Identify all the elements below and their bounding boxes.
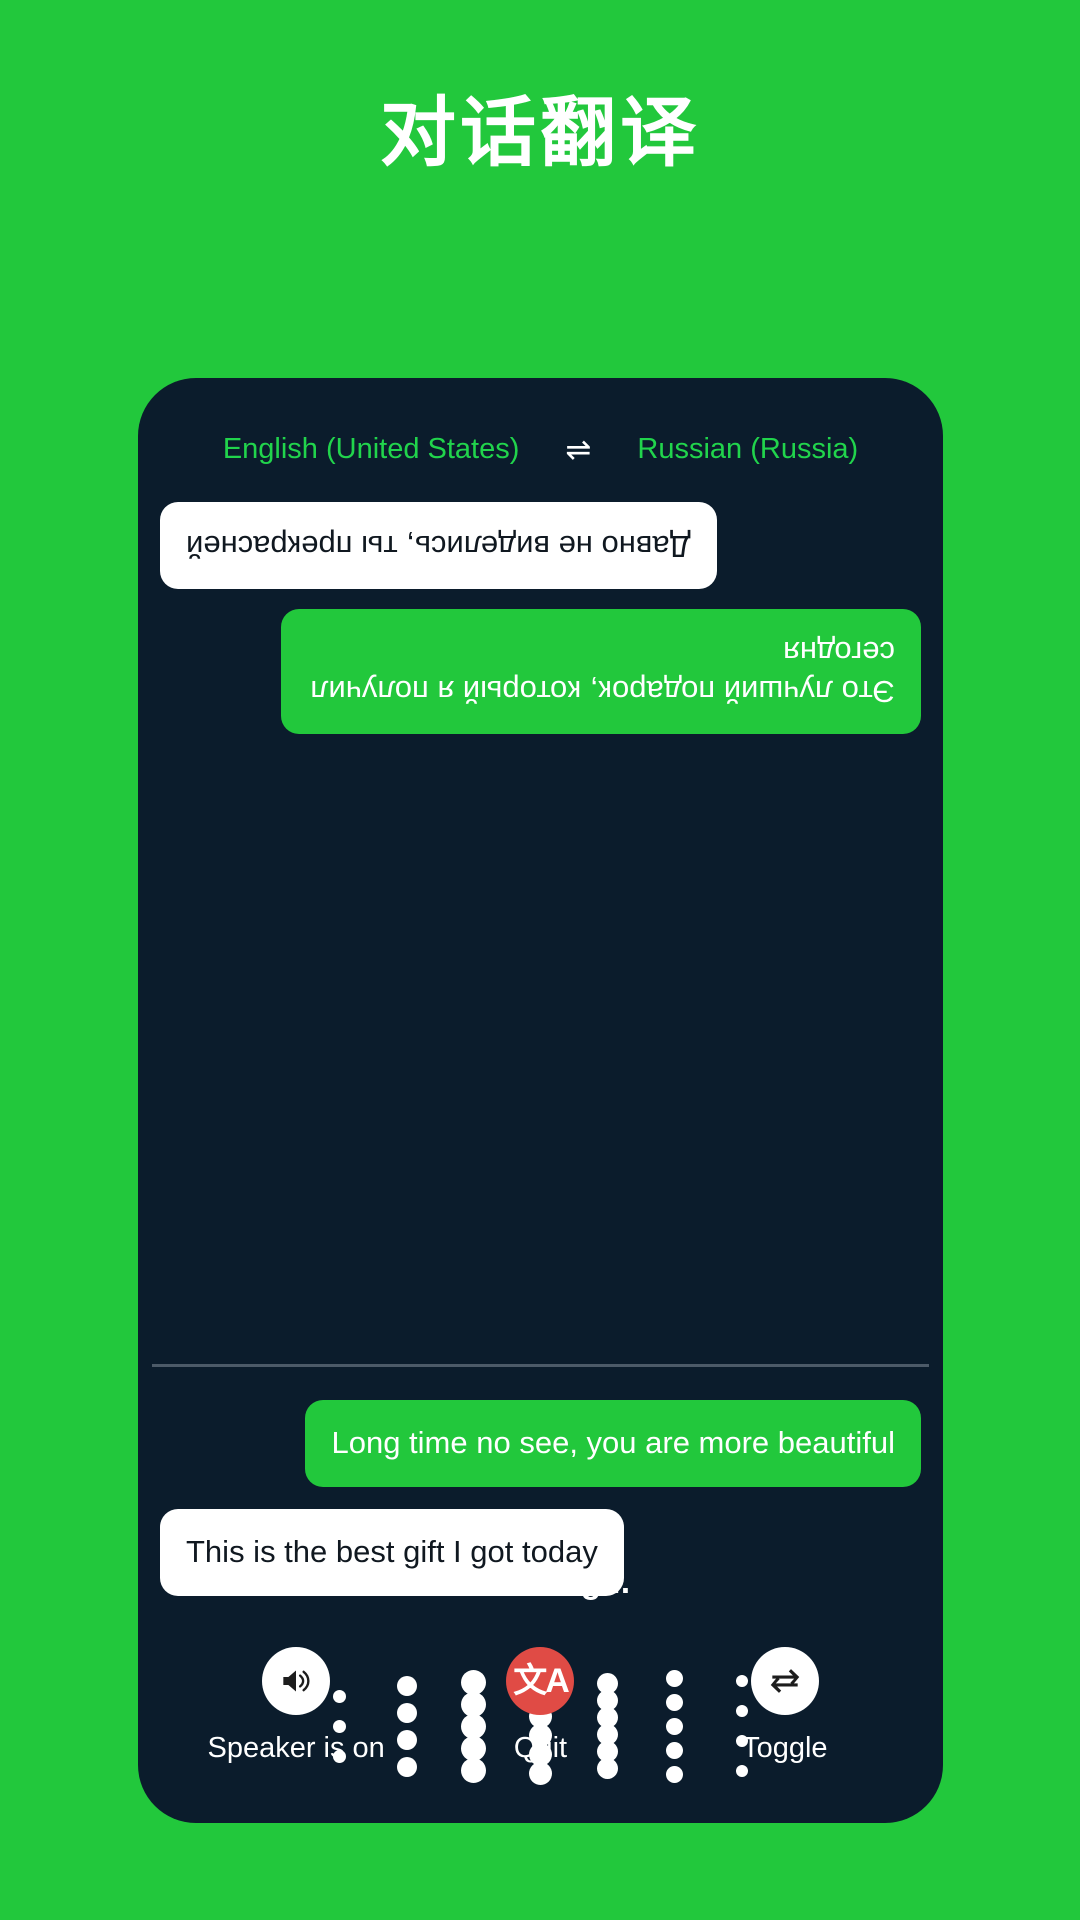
message-bubble-translated-en[interactable]: Long time no see, you are more beautiful [305,1400,921,1487]
quit-button-circle: 文A [506,1647,575,1715]
target-language-selector[interactable]: Russian (Russia) [637,433,858,466]
speaker-button-circle [262,1647,331,1715]
page-title: 对话翻译 [380,91,700,176]
message-row: Давно не виделись, ты прекрасней [160,502,921,589]
conversation-panel-top: Это лучший подарок, который я получил се… [138,488,943,1363]
language-bar: English (United States) ⇌ Russian (Russi… [138,421,943,477]
toggle-button-circle [750,1647,819,1715]
speaker-on-icon [283,1670,310,1692]
quit-button-label: Quit [513,1732,568,1764]
toggle-button[interactable]: Toggle [680,1647,890,1765]
bottom-control-bar: Speaker is on 文A Quit Toggle [138,1647,943,1765]
message-row: Long time no see, you are more beautiful [160,1400,921,1487]
source-language-selector[interactable]: English (United States) [223,433,520,466]
waveform-dot [735,1765,748,1777]
phone-device-frame: English (United States) ⇌ Russian (Russi… [138,378,943,1823]
toggle-repeat-icon [770,1669,800,1693]
toggle-button-label: Toggle [742,1732,828,1764]
message-row: Это лучший подарок, который я получил се… [160,608,921,735]
swap-horizontal-icon[interactable]: ⇌ [565,434,591,465]
listening-label: Listening... [450,1563,631,1600]
message-bubble-translated-ru[interactable]: Это лучший подарок, который я получил се… [281,608,921,735]
waveform-dot [529,1762,552,1785]
quit-button[interactable]: 文A Quit [435,1647,645,1765]
speaker-toggle-button[interactable]: Speaker is on [191,1647,401,1765]
message-bubble-source-ru[interactable]: Давно не виделись, ты прекрасней [160,502,717,589]
waveform-dot [666,1765,683,1783]
panel-divider [152,1364,929,1367]
translate-icon: 文A [513,1662,570,1700]
speaker-toggle-label: Speaker is on [207,1732,385,1764]
